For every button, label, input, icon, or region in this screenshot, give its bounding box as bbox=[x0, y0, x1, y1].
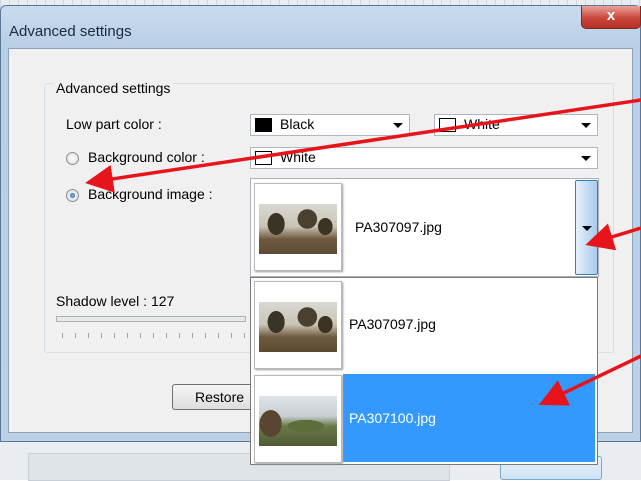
background-color-value: White bbox=[280, 149, 316, 165]
black-swatch-icon bbox=[255, 118, 272, 132]
chevron-down-icon bbox=[581, 156, 591, 161]
photo-thumbnail-icon bbox=[259, 204, 337, 254]
white-swatch-icon bbox=[255, 151, 272, 165]
list-item-label: PA307097.jpg bbox=[349, 316, 436, 332]
white-swatch-icon bbox=[439, 118, 456, 132]
background-color-radio[interactable] bbox=[66, 152, 79, 165]
image-dropdown-list: PA307097.jpg PA307100.jpg bbox=[250, 277, 598, 465]
chevron-down-icon bbox=[393, 123, 403, 128]
shadow-level-slider[interactable] bbox=[56, 316, 246, 322]
shadow-level-label: Shadow level : 127 bbox=[56, 293, 175, 309]
chevron-down-icon bbox=[581, 123, 591, 128]
photo-thumbnail-icon bbox=[259, 396, 337, 446]
background-color-select[interactable]: White bbox=[250, 147, 598, 169]
background-image-radio[interactable] bbox=[66, 189, 79, 202]
image-dropdown-button[interactable] bbox=[575, 180, 598, 275]
slider-ticks bbox=[62, 333, 246, 338]
close-icon: x bbox=[606, 7, 616, 24]
group-legend: Advanced settings bbox=[53, 80, 174, 96]
photo-thumbnail-icon bbox=[259, 302, 337, 352]
low-part-color-secondary-select[interactable]: White bbox=[434, 114, 598, 136]
background-image-label: Background image : bbox=[88, 186, 213, 202]
background-image-value: PA307097.jpg bbox=[355, 219, 442, 235]
window-title: Advanced settings bbox=[9, 23, 132, 40]
image-thumbnail bbox=[254, 375, 342, 463]
low-part-color-label: Low part color : bbox=[66, 116, 162, 132]
list-item[interactable]: PA307100.jpg bbox=[251, 372, 597, 464]
list-item[interactable]: PA307097.jpg bbox=[251, 278, 597, 370]
low-part-color-secondary-value: White bbox=[464, 116, 500, 132]
chevron-down-icon bbox=[582, 226, 592, 231]
background-image-select[interactable]: PA307097.jpg bbox=[250, 178, 599, 277]
low-part-color-value: Black bbox=[280, 116, 315, 132]
restore-button-label: Restore bbox=[195, 389, 245, 405]
background-color-label: Background color : bbox=[88, 149, 205, 165]
low-part-color-select[interactable]: Black bbox=[250, 114, 410, 136]
list-item-label: PA307100.jpg bbox=[349, 410, 436, 426]
image-thumbnail bbox=[254, 281, 342, 369]
image-thumbnail bbox=[254, 183, 342, 271]
close-button[interactable]: x bbox=[581, 6, 641, 29]
